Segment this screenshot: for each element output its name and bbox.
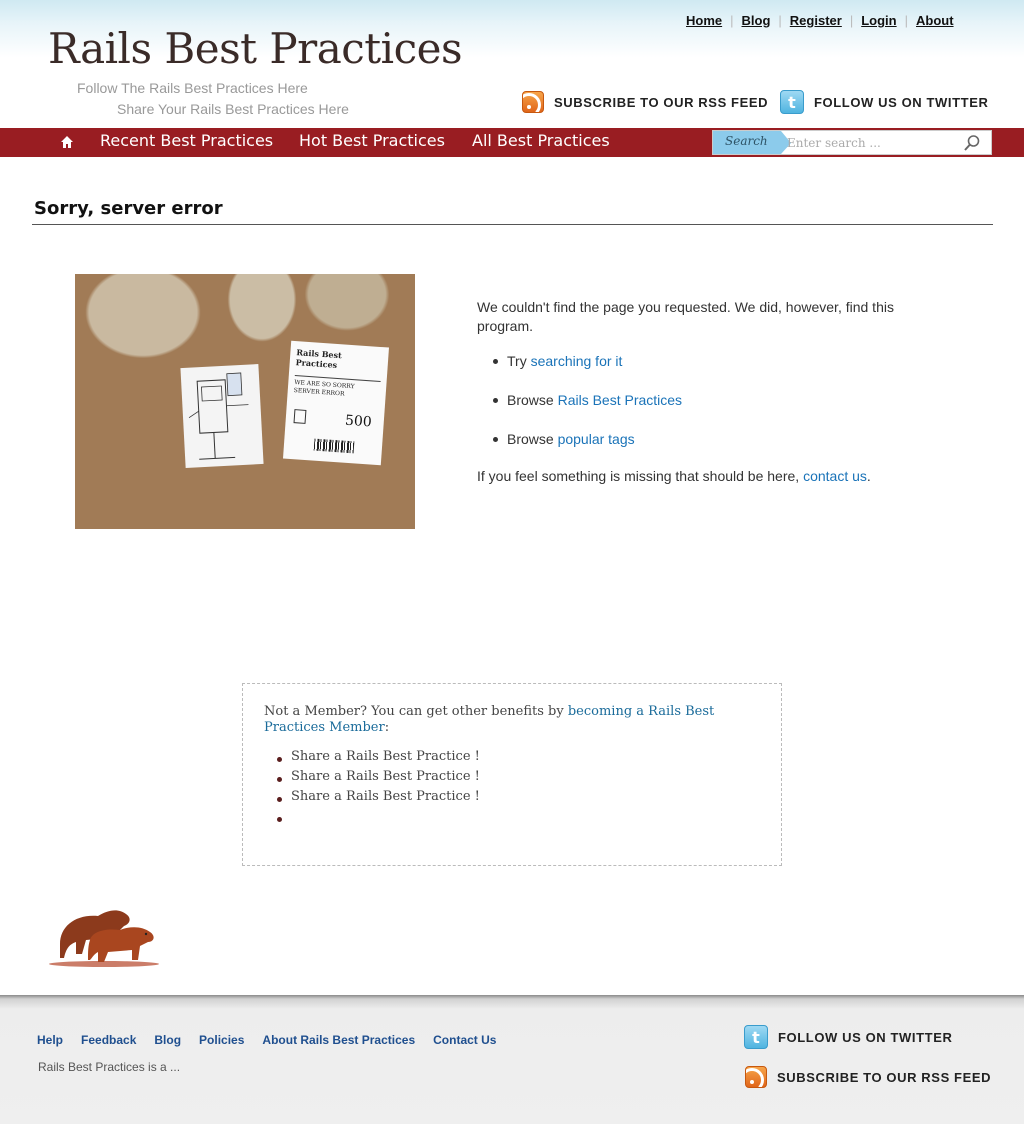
- twitter-icon: t: [744, 1025, 768, 1049]
- search-icon[interactable]: [963, 134, 981, 152]
- header-rss-link[interactable]: SUBSCRIBE TO OUR RSS FEED: [522, 91, 768, 113]
- contact-us-link[interactable]: contact us: [803, 468, 867, 484]
- search-tag-label: Search: [725, 134, 768, 148]
- error-intro: We couldn't find the page you requested.…: [477, 299, 894, 334]
- menu-hot-best-practices[interactable]: Hot Best Practices: [299, 131, 445, 150]
- searching-link[interactable]: searching for it: [531, 353, 623, 369]
- suggestion-item: Browse popular tags: [493, 430, 897, 449]
- member-benefit-item: [271, 808, 480, 828]
- footer-description: Rails Best Practices is a ...: [38, 1060, 181, 1074]
- server-error-illustration: Rails Best Practices WE ARE SO SORRY SER…: [75, 274, 415, 529]
- top-nav-login[interactable]: Login: [861, 13, 896, 28]
- header-twitter-link[interactable]: t FOLLOW US ON TWITTER: [780, 90, 988, 114]
- rss-icon: [745, 1066, 767, 1088]
- member-benefit-item: Share a Rails Best Practice !: [271, 768, 480, 788]
- search-tag: Search: [713, 131, 791, 154]
- footer-rss-label: SUBSCRIBE TO OUR RSS FEED: [777, 1069, 992, 1085]
- outro-end: .: [866, 468, 871, 484]
- top-nav-about[interactable]: About: [916, 13, 954, 28]
- member-benefits-list: Share a Rails Best Practice ! Share a Ra…: [271, 748, 480, 828]
- header-twitter-label: FOLLOW US ON TWITTER: [814, 94, 989, 110]
- twitter-icon: t: [780, 90, 804, 114]
- nav-separator: |: [904, 13, 908, 28]
- suggestion-prefix: Try: [507, 353, 531, 369]
- member-benefit-item: Share a Rails Best Practice !: [271, 788, 480, 808]
- footer-help-link[interactable]: Help: [37, 1033, 63, 1047]
- nav-separator: |: [849, 13, 854, 28]
- member-benefits-box: Not a Member? You can get other benefits…: [242, 683, 782, 866]
- suggestion-list: Try searching for it Browse Rails Best P…: [477, 352, 897, 449]
- footer-about-link[interactable]: About Rails Best Practices: [262, 1033, 415, 1047]
- title-divider: [32, 224, 993, 225]
- member-text-end: :: [384, 720, 390, 735]
- sign-title: Rails Best Practices: [295, 347, 343, 370]
- page-title: Sorry, server error: [34, 198, 223, 219]
- top-nav-home[interactable]: Home: [686, 13, 722, 28]
- rails-best-practices-link[interactable]: Rails Best Practices: [558, 392, 682, 408]
- menu-all-best-practices[interactable]: All Best Practices: [472, 131, 610, 150]
- suggestion-prefix: Browse: [507, 431, 558, 447]
- sign-error-code: 500: [344, 412, 373, 431]
- top-nav: Home | Blog | Register | Login | About: [686, 13, 954, 28]
- tagline-follow: Follow The Rails Best Practices Here: [77, 80, 308, 96]
- footer-twitter-label: FOLLOW US ON TWITTER: [778, 1029, 953, 1045]
- top-nav-blog[interactable]: Blog: [742, 13, 771, 28]
- machine-drawing: [180, 364, 264, 468]
- nav-separator: |: [730, 13, 734, 28]
- footer-twitter-link[interactable]: t FOLLOW US ON TWITTER: [744, 1025, 952, 1049]
- footer-rss-link[interactable]: SUBSCRIBE TO OUR RSS FEED: [745, 1066, 991, 1088]
- footer-contact-link[interactable]: Contact Us: [433, 1033, 496, 1047]
- nav-separator: |: [778, 13, 782, 28]
- menu-recent-best-practices[interactable]: Recent Best Practices: [100, 131, 273, 150]
- member-benefits-text: Not a Member? You can get other benefits…: [264, 704, 734, 736]
- error-outro: If you feel something is missing that sh…: [477, 467, 897, 486]
- suggestion-prefix: Browse: [507, 392, 558, 408]
- home-icon[interactable]: [60, 135, 74, 149]
- member-benefit-item: Share a Rails Best Practice !: [271, 748, 480, 768]
- footer-policies-link[interactable]: Policies: [199, 1033, 244, 1047]
- tagline-share: Share Your Rails Best Practices Here: [117, 101, 349, 117]
- rss-icon: [522, 91, 544, 113]
- error-sign: Rails Best Practices WE ARE SO SORRY SER…: [283, 340, 389, 466]
- error-message: We couldn't find the page you requested.…: [477, 298, 897, 486]
- popular-tags-link[interactable]: popular tags: [558, 431, 635, 447]
- footer-links: Help Feedback Blog Policies About Rails …: [37, 1033, 514, 1047]
- barcode: [313, 438, 355, 454]
- suggestion-item: Try searching for it: [493, 352, 897, 371]
- member-text-prefix: Not a Member? You can get other benefits…: [264, 704, 568, 719]
- outro-text: If you feel something is missing that sh…: [477, 468, 804, 484]
- site-logo[interactable]: Rails Best Practices: [48, 24, 463, 73]
- search-box: Search: [712, 130, 992, 155]
- header-rss-label: SUBSCRIBE TO OUR RSS FEED: [554, 94, 769, 110]
- site-header: Rails Best Practices Follow The Rails Be…: [0, 0, 1024, 128]
- footer-blog-link[interactable]: Blog: [154, 1033, 181, 1047]
- main-menu-bar: Recent Best Practices Hot Best Practices…: [0, 128, 1024, 157]
- sign-logo: [293, 409, 307, 424]
- bison-logo: [46, 904, 162, 968]
- top-nav-register[interactable]: Register: [790, 13, 842, 28]
- sign-subtitle: WE ARE SO SORRY SERVER ERROR: [293, 375, 381, 402]
- footer-feedback-link[interactable]: Feedback: [81, 1033, 136, 1047]
- site-footer: Help Feedback Blog Policies About Rails …: [0, 995, 1024, 1124]
- search-input[interactable]: [787, 134, 957, 152]
- suggestion-item: Browse Rails Best Practices: [493, 391, 897, 410]
